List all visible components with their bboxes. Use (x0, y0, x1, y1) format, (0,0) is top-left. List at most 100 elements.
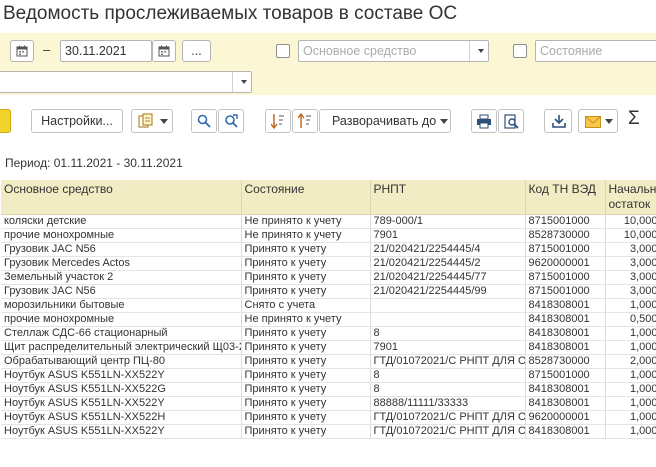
cell-tnved: 8715001000 (525, 368, 606, 383)
cell-tnved: 8715001000 (525, 214, 606, 229)
search-button[interactable] (191, 109, 217, 133)
table-row[interactable]: Земельный участок 2 Принято к учету 21/020… (1, 270, 656, 285)
calendar-icon (158, 45, 170, 57)
email-icon (585, 116, 601, 128)
table-row[interactable]: коляски детские Не принято к учету 789-000… (1, 214, 656, 229)
cell-rnpt: 21/020421/2254445/99 (370, 284, 526, 299)
table-row[interactable]: морозильники бытовые Снято с учета 8418308… (1, 298, 656, 313)
column-header-rnpt[interactable]: РНПТ (370, 180, 526, 215)
cell-tnved: 8418308001 (525, 298, 606, 313)
date-from-calendar-button[interactable] (10, 40, 34, 62)
asset-filter-placeholder: Основное средство (303, 44, 417, 58)
sort-asc-icon (271, 114, 284, 129)
cell-tnved: 9620000001 (525, 256, 606, 271)
column-header-opening-balance[interactable]: Начальный остаток (605, 180, 656, 215)
cell-state: Не принято к учету (241, 228, 371, 243)
cell-opening-balance: 10,000 (605, 228, 656, 243)
send-email-button[interactable] (578, 109, 618, 133)
cell-opening-balance: 3,000 (605, 284, 656, 299)
cell-state: Не принято к учету (241, 214, 371, 229)
state-filter-input[interactable]: Состояние (535, 40, 656, 62)
cell-opening-balance: 1,000 (605, 298, 656, 313)
column-header-tnved[interactable]: Код ТН ВЭД (525, 180, 606, 215)
cell-asset: прочие монохромные (1, 312, 242, 327)
cell-rnpt (370, 312, 526, 327)
table-row[interactable]: Грузовик JAC N56 Принято к учету 21/020421… (1, 242, 656, 257)
table-row[interactable]: Ноутбук ASUS K551LN-XX522H Принято к учет… (1, 410, 656, 425)
cell-rnpt: 21/020421/2254445/2 (370, 256, 526, 271)
sum-icon[interactable]: Σ (628, 108, 640, 130)
cell-tnved: 8528730000 (525, 228, 606, 243)
chevron-down-icon[interactable] (478, 49, 484, 53)
asset-filter-input[interactable]: Основное средство (298, 40, 489, 62)
cell-opening-balance: 3,000 (605, 270, 656, 285)
table-row[interactable]: Обрабатывающий центр ПЦ-80 Принято к учет… (1, 354, 656, 369)
organization-input[interactable] (0, 71, 252, 93)
asset-filter-checkbox[interactable] (276, 44, 290, 58)
state-filter-checkbox[interactable] (513, 44, 527, 58)
chevron-down-icon (440, 119, 448, 124)
table-header-row: Основное средство Состояние РНПТ Код ТН … (1, 180, 656, 215)
cell-state: Принято к учету (241, 256, 371, 271)
cell-tnved: 8418308001 (525, 312, 606, 327)
column-header-asset[interactable]: Основное средство (1, 180, 242, 215)
table-row[interactable]: Щит распределительный электрический Щ03-… (1, 340, 656, 355)
cell-rnpt: 8 (370, 382, 526, 397)
sort-desc-button[interactable] (292, 109, 318, 133)
cell-asset: Ноутбук ASUS K551LN-XX522Y (1, 424, 242, 439)
cell-tnved: 8418308001 (525, 382, 606, 397)
chevron-down-icon (160, 119, 168, 124)
cell-asset: коляски детские (1, 214, 242, 229)
chevron-down-icon[interactable] (241, 80, 247, 84)
table-row[interactable]: прочие монохромные Не принято к учету 7901… (1, 228, 656, 243)
calendar-icon (16, 45, 28, 57)
cell-tnved: 8715001000 (525, 284, 606, 299)
generate-button[interactable] (0, 109, 11, 133)
table-row[interactable]: Ноутбук ASUS K551LN-XX522Y Принято к учет… (1, 396, 656, 411)
cell-tnved: 9620000001 (525, 410, 606, 425)
cell-asset: Грузовик JAC N56 (1, 284, 242, 299)
cell-opening-balance: 1,000 (605, 340, 656, 355)
cell-state: Принято к учету (241, 354, 371, 369)
cell-asset: Грузовик JAC N56 (1, 242, 242, 257)
table-row[interactable]: Стеллаж СДС-66 стационарный Принято к уче… (1, 326, 656, 341)
cell-rnpt: 789-000/1 (370, 214, 526, 229)
table-row[interactable]: Ноутбук ASUS K551LN-XX522Y Принято к учет… (1, 424, 656, 439)
cell-asset: Ноутбук ASUS K551LN-XX522Y (1, 368, 242, 383)
date-to-calendar-button[interactable] (152, 40, 176, 62)
cell-opening-balance: 1,000 (605, 382, 656, 397)
period-select-button[interactable]: ... (182, 40, 211, 62)
cell-rnpt: 8 (370, 368, 526, 383)
cell-rnpt: ГТД/01072021/С РНПТ ДЛЯ ОС (370, 354, 526, 369)
cell-tnved: 8418308001 (525, 326, 606, 341)
table-row[interactable]: Грузовик Mercedes Actos Принято к учету 21… (1, 256, 656, 271)
settings-button[interactable]: Настройки... (31, 109, 123, 133)
table-row[interactable]: Грузовик JAC N56 Принято к учету 21/020421… (1, 284, 656, 299)
expand-to-dropdown[interactable]: Разворачивать до (319, 109, 451, 133)
cell-tnved: 8715001000 (525, 242, 606, 257)
cell-rnpt: 21/020421/2254445/77 (370, 270, 526, 285)
report-toolbar: Настройки... Разворачивать до (0, 104, 656, 136)
cell-opening-balance: 3,000 (605, 242, 656, 257)
report-period: Период: 01.11.2021 - 30.11.2021 (5, 156, 183, 170)
cell-tnved: 8418308001 (525, 340, 606, 355)
search-refresh-button[interactable] (218, 109, 244, 133)
print-button[interactable] (471, 109, 497, 133)
cell-state: Не принято к учету (241, 312, 371, 327)
cell-state: Принято к учету (241, 382, 371, 397)
variant-button[interactable] (131, 109, 173, 133)
sort-asc-button[interactable] (265, 109, 291, 133)
save-button[interactable] (544, 109, 572, 133)
print-preview-button[interactable] (498, 109, 524, 133)
filter-panel: – 30.11.2021 ... Основное средство Состо… (0, 33, 656, 95)
cell-asset: Обрабатывающий центр ПЦ-80 (1, 354, 242, 369)
table-row[interactable]: прочие монохромные Не принято к учету 8418… (1, 312, 656, 327)
save-icon (552, 115, 566, 128)
sort-desc-icon (298, 113, 311, 128)
date-to-input[interactable]: 30.11.2021 (60, 40, 152, 62)
cell-asset: Щит распределительный электрический Щ03-… (1, 340, 242, 355)
table-row[interactable]: Ноутбук ASUS K551LN-XX522Y Принято к учет… (1, 368, 656, 383)
table-row[interactable]: Ноутбук ASUS K551LN-XX522G Принято к учет… (1, 382, 656, 397)
cell-state: Принято к учету (241, 242, 371, 257)
column-header-state[interactable]: Состояние (241, 180, 371, 215)
